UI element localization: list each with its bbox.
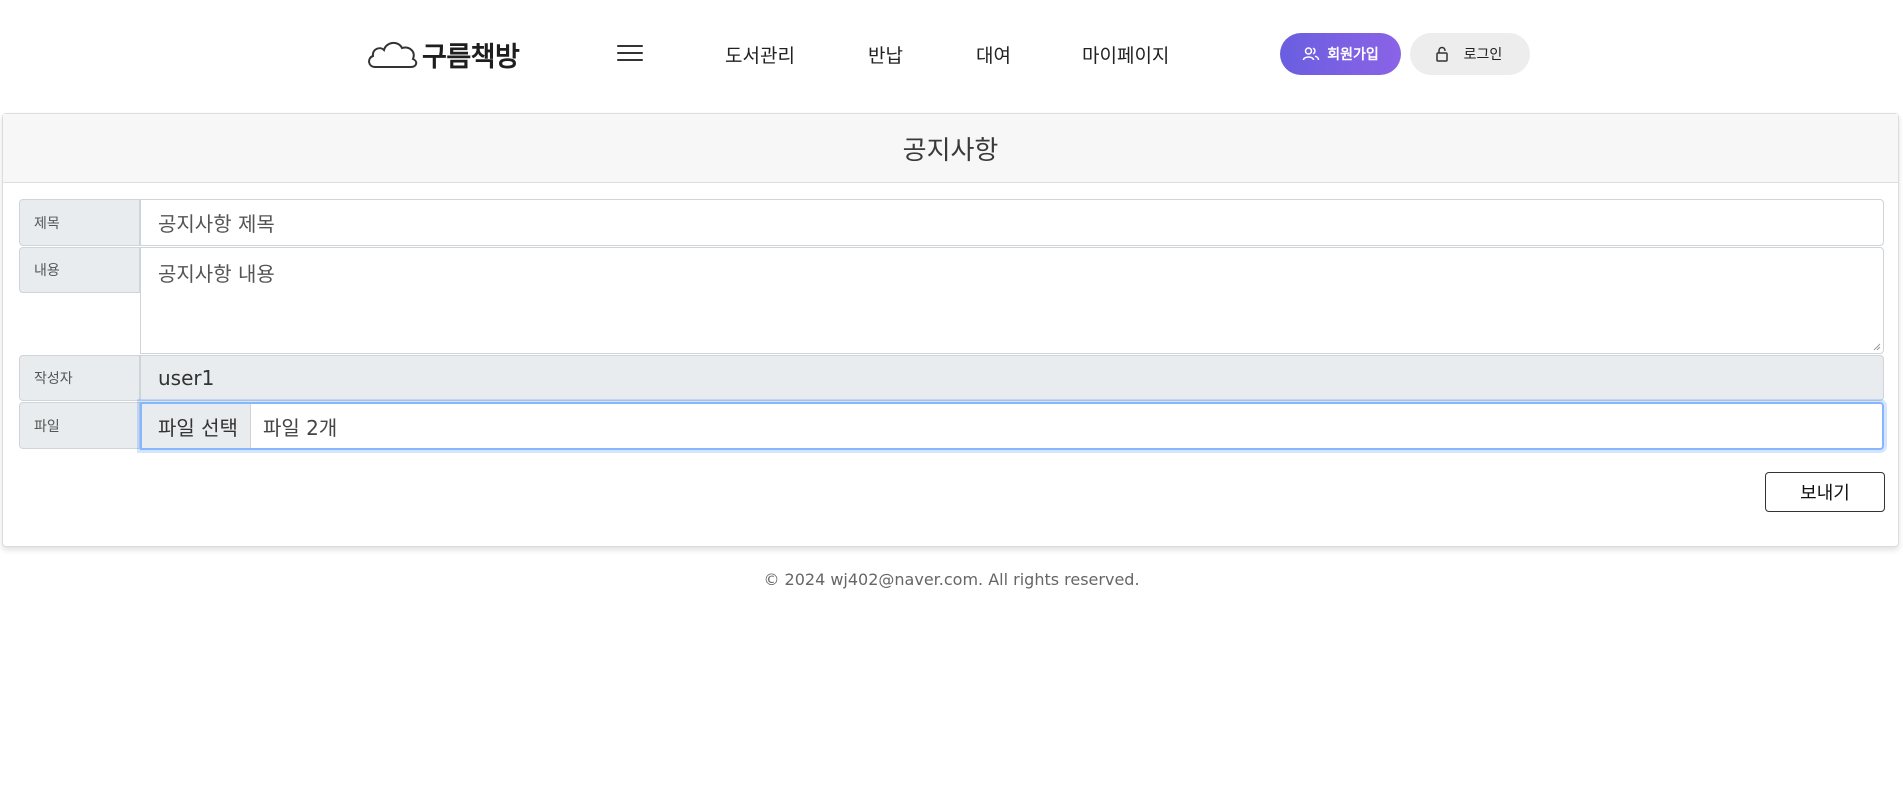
- nav-rental[interactable]: 대여: [976, 41, 1011, 68]
- hamburger-icon[interactable]: [617, 44, 643, 64]
- lock-icon: [1435, 46, 1448, 62]
- users-icon: [1302, 47, 1320, 61]
- title-input[interactable]: 공지사항 제목: [140, 199, 1884, 246]
- nav-return[interactable]: 반납: [868, 41, 903, 68]
- content-label: 내용: [19, 247, 140, 293]
- login-button[interactable]: 로그인: [1410, 33, 1530, 75]
- content-placeholder: 공지사항 내용: [158, 262, 275, 286]
- logo-text: 구름책방: [422, 41, 520, 73]
- author-field: user1: [140, 355, 1884, 401]
- logo[interactable]: 구름책방: [365, 36, 520, 73]
- cloud-icon: [368, 42, 418, 68]
- signup-button[interactable]: 회원가입: [1280, 33, 1401, 75]
- title-placeholder: 공지사항 제목: [158, 212, 275, 236]
- page-title: 공지사항: [902, 135, 999, 166]
- login-label: 로그인: [1463, 47, 1503, 63]
- file-status: 파일 2개: [262, 415, 338, 440]
- author-label: 작성자: [19, 355, 140, 401]
- top-header: 구름책방 도서관리 반납 대여 마이페이지 회원가입 로그인: [0, 0, 1903, 108]
- file-input[interactable]: 파일 선택 파일 2개: [140, 402, 1884, 450]
- nav-mypage[interactable]: 마이페이지: [1082, 41, 1169, 68]
- signup-label: 회원가입: [1327, 47, 1379, 63]
- content-textarea[interactable]: 공지사항 내용: [140, 247, 1884, 354]
- nav-book-management[interactable]: 도서관리: [725, 41, 795, 68]
- title-label: 제목: [19, 199, 140, 246]
- card-header: 공지사항: [3, 114, 1898, 183]
- author-value: user1: [158, 366, 215, 390]
- notice-form-card: 공지사항 제목 공지사항 제목 내용 공지사항 내용 작성자 user1 파일 …: [2, 113, 1899, 547]
- send-button[interactable]: 보내기: [1765, 472, 1885, 512]
- resize-grip-icon[interactable]: [1873, 343, 1881, 351]
- file-select-button[interactable]: 파일 선택: [142, 404, 251, 448]
- footer-text: © 2024 wj402@naver.com. All rights reser…: [763, 570, 1140, 589]
- file-label: 파일: [19, 402, 140, 449]
